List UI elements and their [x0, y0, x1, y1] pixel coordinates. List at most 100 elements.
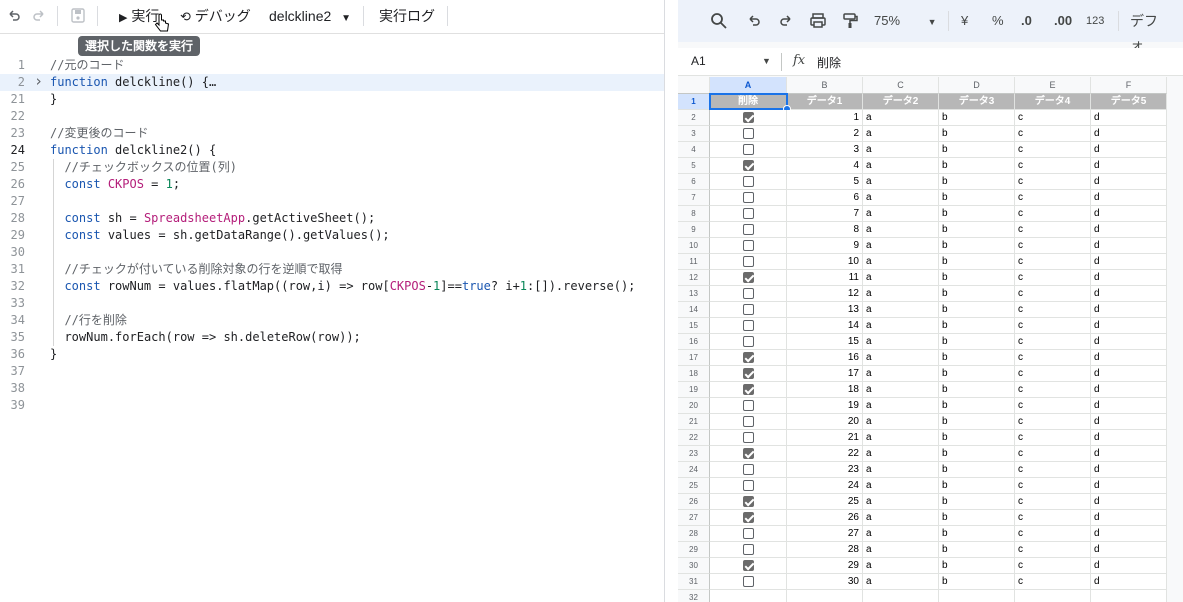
row-number[interactable]: 10: [678, 238, 710, 254]
checkbox-unchecked[interactable]: [743, 576, 754, 587]
data-cell[interactable]: c: [1015, 302, 1091, 318]
checkbox-unchecked[interactable]: [743, 128, 754, 139]
code-line[interactable]: 24 function delckline2() {: [0, 142, 664, 159]
data-cell[interactable]: b: [939, 542, 1015, 558]
empty-cell[interactable]: [787, 590, 863, 602]
row-number[interactable]: 26: [678, 494, 710, 510]
data-cell[interactable]: b: [939, 414, 1015, 430]
data-cell[interactable]: c: [1015, 494, 1091, 510]
data-cell[interactable]: c: [1015, 478, 1091, 494]
checkbox-unchecked[interactable]: [743, 544, 754, 555]
data-cell[interactable]: b: [939, 510, 1015, 526]
empty-cell[interactable]: [863, 590, 939, 602]
data-cell[interactable]: 4: [787, 158, 863, 174]
checkbox-unchecked[interactable]: [743, 400, 754, 411]
code-line[interactable]: 22: [0, 108, 664, 125]
data-cell[interactable]: a: [863, 302, 939, 318]
increase-decimal-button[interactable]: .00: [1054, 9, 1072, 33]
row-number[interactable]: 32: [678, 590, 710, 602]
row-number[interactable]: 11: [678, 254, 710, 270]
code-line[interactable]: 23 //変更後のコード: [0, 125, 664, 142]
row-number[interactable]: 6: [678, 174, 710, 190]
execution-log-button[interactable]: 実行ログ: [379, 4, 435, 28]
data-cell[interactable]: c: [1015, 286, 1091, 302]
checkbox-checked[interactable]: [743, 448, 754, 459]
data-cell[interactable]: 28: [787, 542, 863, 558]
data-cell[interactable]: a: [863, 142, 939, 158]
checkbox-unchecked[interactable]: [743, 304, 754, 315]
checkbox-unchecked[interactable]: [743, 208, 754, 219]
data-cell[interactable]: c: [1015, 574, 1091, 590]
data-cell[interactable]: c: [1015, 430, 1091, 446]
data-cell[interactable]: a: [863, 414, 939, 430]
code-line[interactable]: 29 const values = sh.getDataRange().getV…: [0, 227, 664, 244]
data-cell[interactable]: b: [939, 126, 1015, 142]
data-cell[interactable]: c: [1015, 174, 1091, 190]
row-number[interactable]: 28: [678, 526, 710, 542]
data-cell[interactable]: c: [1015, 526, 1091, 542]
data-cell[interactable]: a: [863, 542, 939, 558]
row-number[interactable]: 20: [678, 398, 710, 414]
data-cell[interactable]: b: [939, 366, 1015, 382]
code-line[interactable]: 2 › function delckline() {…: [0, 74, 664, 91]
formula-input[interactable]: 削除: [817, 54, 841, 71]
data-cell[interactable]: a: [863, 366, 939, 382]
row-number[interactable]: 21: [678, 414, 710, 430]
redo-icon[interactable]: [31, 4, 47, 28]
data-cell[interactable]: c: [1015, 350, 1091, 366]
data-cell[interactable]: c: [1015, 190, 1091, 206]
row-number[interactable]: 16: [678, 334, 710, 350]
data-cell[interactable]: b: [939, 574, 1015, 590]
data-cell[interactable]: a: [863, 158, 939, 174]
data-cell[interactable]: c: [1015, 238, 1091, 254]
code-line[interactable]: 35 rowNum.forEach(row => sh.deleteRow(ro…: [0, 329, 664, 346]
empty-cell[interactable]: [710, 590, 787, 602]
code-line[interactable]: 1 //元のコード: [0, 57, 664, 74]
row-number[interactable]: 17: [678, 350, 710, 366]
data-cell[interactable]: a: [863, 190, 939, 206]
data-cell[interactable]: b: [939, 158, 1015, 174]
row-number[interactable]: 3: [678, 126, 710, 142]
data-cell[interactable]: 19: [787, 398, 863, 414]
code-line[interactable]: 21}: [0, 91, 664, 108]
row-number[interactable]: 15: [678, 318, 710, 334]
checkbox-unchecked[interactable]: [743, 224, 754, 235]
data-cell[interactable]: 8: [787, 222, 863, 238]
data-cell[interactable]: c: [1015, 414, 1091, 430]
data-cell[interactable]: b: [939, 350, 1015, 366]
data-cell[interactable]: b: [939, 238, 1015, 254]
data-cell[interactable]: a: [863, 510, 939, 526]
data-cell[interactable]: 13: [787, 302, 863, 318]
data-cell[interactable]: d: [1091, 190, 1167, 206]
checkbox-unchecked[interactable]: [743, 432, 754, 443]
data-cell[interactable]: d: [1091, 142, 1167, 158]
checkbox-unchecked[interactable]: [743, 176, 754, 187]
chevron-down-icon[interactable]: ▼: [762, 56, 771, 66]
checkbox-unchecked[interactable]: [743, 288, 754, 299]
data-cell[interactable]: b: [939, 206, 1015, 222]
data-cell[interactable]: b: [939, 190, 1015, 206]
header-cell[interactable]: データ5: [1091, 94, 1167, 110]
chevron-right-icon[interactable]: ›: [34, 74, 43, 89]
data-cell[interactable]: c: [1015, 254, 1091, 270]
name-box[interactable]: A1: [691, 54, 706, 68]
data-cell[interactable]: 6: [787, 190, 863, 206]
data-cell[interactable]: 23: [787, 462, 863, 478]
data-cell[interactable]: c: [1015, 398, 1091, 414]
row-number[interactable]: 2: [678, 110, 710, 126]
data-cell[interactable]: b: [939, 254, 1015, 270]
empty-cell[interactable]: [1091, 590, 1167, 602]
print-icon[interactable]: [809, 9, 827, 33]
data-cell[interactable]: 18: [787, 382, 863, 398]
column-header-c[interactable]: C: [863, 77, 939, 94]
column-header-d[interactable]: D: [939, 77, 1015, 94]
code-line[interactable]: 32 const rowNum = values.flatMap((row,i)…: [0, 278, 664, 295]
data-cell[interactable]: d: [1091, 286, 1167, 302]
data-cell[interactable]: 29: [787, 558, 863, 574]
row-number[interactable]: 18: [678, 366, 710, 382]
code-line[interactable]: 27: [0, 193, 664, 210]
row-number[interactable]: 9: [678, 222, 710, 238]
save-icon[interactable]: [70, 4, 86, 28]
data-cell[interactable]: d: [1091, 222, 1167, 238]
data-cell[interactable]: c: [1015, 318, 1091, 334]
